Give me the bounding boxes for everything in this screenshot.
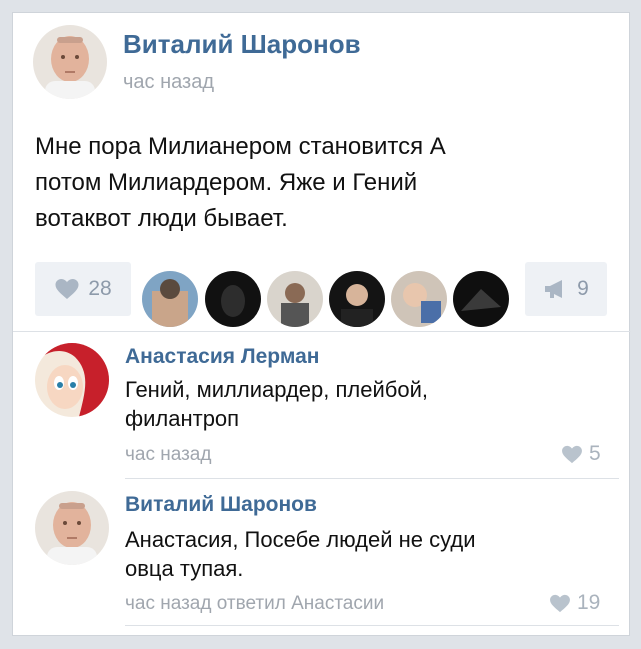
post-text-line: вотаквот люди бывает. [35,205,288,232]
post-text-line: Мне пора Милианером становится А [35,133,446,160]
author-avatar[interactable] [33,25,107,99]
megaphone-icon [545,280,563,298]
comment-time[interactable]: час назад ответил Анастасии [125,593,384,615]
post-card: Виталий Шаронов час назад Мне пора Милиа… [12,12,631,636]
liker-avatar[interactable] [205,271,261,327]
comment-text-line: Анастасия, Посебе людей не суди [125,527,476,552]
comment-like-count: 5 [589,442,601,465]
liker-avatar[interactable] [453,271,509,327]
divider [125,625,619,626]
post-text-line: потом Милиардером. Яже и Гений [35,169,418,196]
comment-time[interactable]: час назад [125,444,211,466]
comment-author[interactable]: Виталий Шаронов [125,493,317,517]
comment-text-line: овца тупая. [125,556,244,581]
divider [125,478,619,479]
share-count: 9 [577,277,589,300]
heart-icon [550,594,570,612]
share-button[interactable]: 9 [525,262,607,316]
post-text: Мне пора Милианером становится А потом М… [35,129,446,237]
comment-text-line: Гений, миллиардер, плейбой, [125,377,429,402]
author-name[interactable]: Виталий Шаронов [123,29,361,60]
divider [13,331,631,332]
post-time[interactable]: час назад [123,71,214,94]
comment-author[interactable]: Анастасия Лерман [125,345,319,369]
liker-avatar[interactable] [329,271,385,327]
comment-like-count: 19 [577,591,601,614]
like-button[interactable]: 28 [35,262,131,316]
commenter-avatar[interactable] [35,343,109,417]
comment-text: Гений, миллиардер, плейбой, филантроп [125,375,428,433]
liker-avatar[interactable] [391,271,447,327]
commenter-avatar[interactable] [35,491,109,565]
heart-icon [55,279,79,299]
liker-avatar[interactable] [142,271,198,327]
comment-like[interactable]: 19 [549,591,600,615]
like-count: 28 [88,277,112,300]
liker-avatar[interactable] [267,271,323,327]
comment-text: Анастасия, Посебе людей не суди овца туп… [125,525,476,583]
heart-icon [562,445,582,463]
comment-like[interactable]: 5 [561,442,601,466]
comment-text-line: филантроп [125,406,240,431]
